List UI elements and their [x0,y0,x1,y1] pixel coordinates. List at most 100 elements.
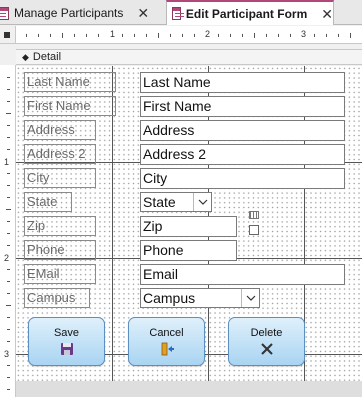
city-label[interactable]: City [24,168,96,188]
ruler-tick [7,269,10,270]
document-tab-bar: Manage Participants ✕ Edit Participant F… [0,0,362,25]
ruler-tick [26,34,27,37]
control-checkbox[interactable] [249,225,259,235]
ruler-tick [62,33,63,38]
ruler-tick [7,197,10,198]
tab-label: Manage Participants [14,6,124,20]
cancel-button-label: Cancel [149,327,184,339]
ruler-tick [338,34,339,37]
ruler-number: 2 [4,253,10,263]
close-icon[interactable]: ✕ [137,6,149,20]
ruler-tick [7,377,10,378]
ruler-tick [7,137,10,138]
ruler-tick [7,125,10,126]
zip-label[interactable]: Zip [24,216,96,236]
close-icon[interactable]: ✕ [321,7,333,21]
chevron-down-icon[interactable] [241,289,259,307]
ruler-tick [7,77,10,78]
ruler-tick [7,317,10,318]
ruler-tick [86,34,87,37]
ruler-tick [7,281,10,282]
state-label[interactable]: State [24,192,72,212]
state-combo-value: State [143,194,176,210]
ruler-tick [7,293,10,294]
campus-combo-value: Campus [143,290,196,306]
address2-label[interactable]: Address 2 [24,144,96,164]
ruler-tick [7,365,10,366]
ruler-number: 1 [110,29,116,39]
ruler-tick [182,34,183,37]
cancel-button[interactable]: Cancel [128,317,205,366]
ruler-tick [242,34,243,37]
ruler-number: 1 [4,157,10,167]
address2-field[interactable]: Address 2 [140,144,345,165]
ruler-tick [326,34,327,37]
ruler-tick [170,34,171,37]
ruler-tick [7,341,10,342]
campus-label[interactable]: Campus [24,288,90,308]
ruler-tick [7,329,10,330]
zip-field[interactable]: Zip [140,216,237,237]
delete-button[interactable]: Delete [228,317,305,366]
ruler-tick [7,173,10,174]
form-background [16,381,362,397]
tab-manage-participants[interactable]: Manage Participants ✕ [0,1,159,25]
address-label[interactable]: Address [24,120,96,140]
ruler-tick [7,185,10,186]
last-name-label[interactable]: Last Name [24,72,116,92]
phone-field[interactable]: Phone [140,240,237,261]
horizontal-ruler: 1 2 3 [16,26,362,44]
email-field[interactable]: Email [140,264,345,285]
section-label: Detail [32,51,62,63]
ruler-tick [98,34,99,37]
collapse-arrow-icon: ◆ [22,51,29,62]
tab-label: Edit Participant Form [185,6,308,21]
ruler-tick [314,34,315,37]
ruler-tick [290,34,291,37]
ruler-corner[interactable] [0,26,16,44]
ruler-tick [7,221,10,222]
ruler-tick [6,113,11,114]
ruler-tick [278,34,279,37]
ruler-tick [7,389,10,390]
email-label[interactable]: EMail [24,264,96,284]
last-name-field[interactable]: Last Name [140,72,345,93]
save-button[interactable]: Save [28,317,105,366]
ruler-tick [7,149,10,150]
ruler-number: 2 [205,29,211,39]
vertical-ruler: 1 2 3 [0,65,16,397]
exit-door-icon [161,342,174,356]
ruler-tick [230,34,231,37]
ruler-tick [7,101,10,102]
ruler-tick [218,34,219,37]
chevron-down-icon[interactable] [193,193,211,211]
ruler-tick [38,34,39,37]
ruler-tick [146,34,147,37]
ruler-tick [350,33,351,38]
ruler-tick [254,33,255,38]
ruler-number: 3 [301,29,307,39]
address-field[interactable]: Address [140,120,345,141]
delete-button-label: Delete [250,327,283,339]
ruler-tick [134,34,135,37]
first-name-label[interactable]: First Name [24,96,116,116]
city-field[interactable]: City [140,168,345,189]
campus-combo[interactable]: Campus [140,288,260,308]
save-button-label: Save [53,327,80,339]
detail-section-header[interactable]: ◆ Detail [16,49,362,65]
first-name-field[interactable]: First Name [140,96,345,117]
floppy-disk-icon [60,343,73,355]
ruler-tick [7,89,10,90]
ruler-tick [7,233,10,234]
delete-x-icon [260,343,273,355]
ruler-tick [74,34,75,37]
tab-edit-participant-form[interactable]: Edit Participant Form ✕ [166,0,334,25]
control-anchor-icon [249,211,259,219]
ruler-tick [6,305,11,306]
phone-label[interactable]: Phone [24,240,96,260]
state-combo[interactable]: State [140,192,212,212]
ruler-tick [158,33,159,38]
ruler-tick [194,34,195,37]
ruler-tick [7,245,10,246]
ruler-tick [122,34,123,37]
